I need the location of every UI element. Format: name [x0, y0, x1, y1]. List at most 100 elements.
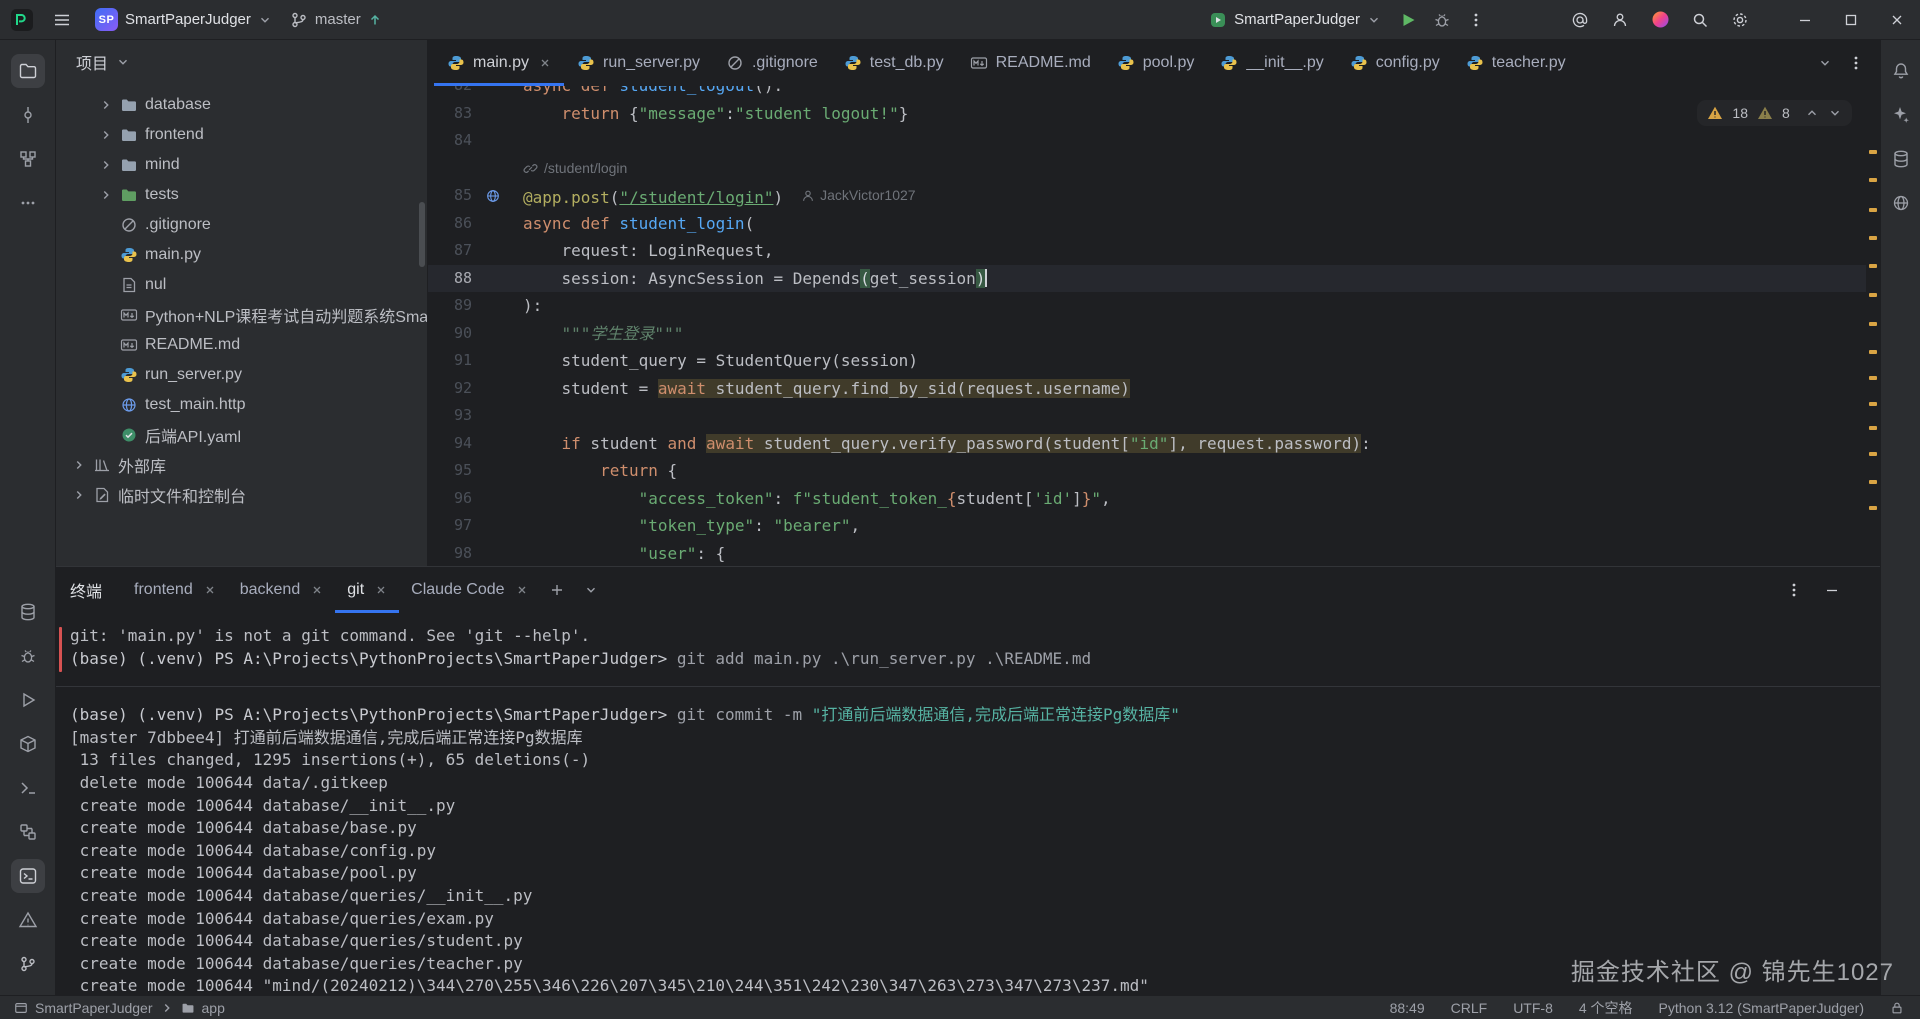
run-config-widget[interactable]: SmartPaperJudger: [1200, 5, 1390, 35]
editor-tab[interactable]: teacher.py: [1453, 40, 1579, 86]
tool-button-python-console[interactable]: [11, 771, 45, 805]
minimize-button[interactable]: [1782, 0, 1828, 40]
terminal-tab[interactable]: Claude Code: [399, 567, 539, 613]
close-tab-icon[interactable]: [539, 57, 551, 69]
code-line[interactable]: 92 student = await student_query.find_by…: [428, 375, 1866, 403]
tool-button-more-h[interactable]: [11, 186, 45, 220]
editor-tab[interactable]: README.md: [957, 40, 1104, 86]
terminal-tab[interactable]: backend: [228, 567, 336, 613]
code-line[interactable]: 98 "user": {: [428, 540, 1866, 567]
warning-mark[interactable]: [1869, 350, 1877, 354]
tree-item[interactable]: .gitignore: [56, 210, 427, 240]
code-line[interactable]: 84: [428, 127, 1866, 155]
warning-mark[interactable]: [1869, 208, 1877, 212]
editor-tab[interactable]: config.py: [1337, 40, 1453, 86]
close-button[interactable]: [1874, 0, 1920, 40]
more-run-actions-button[interactable]: [1460, 5, 1492, 35]
tool-button-endpoints[interactable]: [1886, 188, 1916, 218]
status-indent[interactable]: 4 个空格: [1579, 998, 1633, 1018]
code-line[interactable]: 95 return {: [428, 457, 1866, 485]
code-line[interactable]: 91 student_query = StudentQuery(session): [428, 347, 1866, 375]
status-line-separator[interactable]: CRLF: [1451, 1000, 1488, 1016]
code-line[interactable]: 97 "token_type": "bearer",: [428, 512, 1866, 540]
code-line[interactable]: 88 session: AsyncSession = Depends(get_s…: [428, 265, 1866, 293]
tool-button-run[interactable]: [11, 683, 45, 717]
warning-mark[interactable]: [1869, 178, 1877, 182]
tool-button-git-branch[interactable]: [11, 947, 45, 981]
branch-widget[interactable]: master: [281, 5, 391, 35]
tree-item[interactable]: main.py: [56, 240, 427, 270]
warning-mark[interactable]: [1869, 402, 1877, 406]
close-tab-icon[interactable]: [375, 584, 387, 596]
tool-button-terminal[interactable]: [11, 859, 45, 893]
endpoint-inlay[interactable]: /student/login: [428, 155, 1866, 183]
breadcrumb[interactable]: SmartPaperJudger app: [14, 1000, 225, 1016]
tool-button-debug[interactable]: [11, 639, 45, 673]
status-interpreter[interactable]: Python 3.12 (SmartPaperJudger): [1659, 1000, 1864, 1016]
tree-item[interactable]: README.md: [56, 330, 427, 360]
warning-mark[interactable]: [1869, 506, 1877, 510]
hide-panel-icon[interactable]: [1824, 582, 1840, 598]
new-terminal-button[interactable]: [540, 567, 574, 613]
tree-item[interactable]: tests: [56, 180, 427, 210]
warning-mark[interactable]: [1869, 150, 1877, 154]
code-editor[interactable]: 82async def student_logout():83 return {…: [428, 86, 1880, 566]
tool-button-notifications[interactable]: [1886, 56, 1916, 86]
collaborate-button[interactable]: [1604, 5, 1636, 35]
error-stripe[interactable]: [1866, 86, 1880, 566]
code-line[interactable]: 83 return {"message":"student logout!"}: [428, 100, 1866, 128]
close-tab-icon[interactable]: [204, 584, 216, 596]
code-line[interactable]: 87 request: LoginRequest,: [428, 237, 1866, 265]
status-caret-position[interactable]: 88:49: [1390, 1000, 1425, 1016]
tool-button-services[interactable]: [11, 815, 45, 849]
code-line[interactable]: 93: [428, 402, 1866, 430]
code-line[interactable]: 85@app.post("/student/login")JackVictor1…: [428, 182, 1866, 210]
tree-item[interactable]: 外部库: [56, 450, 427, 480]
editor-tab[interactable]: test_db.py: [831, 40, 957, 86]
terminal-options-icon[interactable]: [1786, 582, 1802, 598]
warning-mark[interactable]: [1869, 322, 1877, 326]
settings-button[interactable]: [1724, 5, 1756, 35]
terminal-panel-title[interactable]: 终端: [70, 567, 102, 613]
terminal-tab[interactable]: git: [335, 567, 399, 613]
warning-mark[interactable]: [1869, 293, 1877, 297]
ai-assistant-button[interactable]: [1644, 5, 1676, 35]
tab-list-icon[interactable]: [1818, 56, 1832, 70]
warning-mark[interactable]: [1869, 236, 1877, 240]
code-line[interactable]: 96 "access_token": f"student_token_{stud…: [428, 485, 1866, 513]
tool-button-project[interactable]: [11, 54, 45, 88]
close-tab-icon[interactable]: [516, 584, 528, 596]
tool-button-commit[interactable]: [11, 98, 45, 132]
code-line[interactable]: 82async def student_logout():: [428, 86, 1866, 100]
tree-item[interactable]: mind: [56, 150, 427, 180]
tool-button-database[interactable]: [11, 595, 45, 629]
tree-item[interactable]: database: [56, 90, 427, 120]
tool-button-packages[interactable]: [11, 727, 45, 761]
warning-mark[interactable]: [1869, 264, 1877, 268]
terminal-body[interactable]: git: 'main.py' is not a git command. See…: [56, 613, 1880, 995]
maximize-button[interactable]: [1828, 0, 1874, 40]
search-everywhere-button[interactable]: [1684, 5, 1716, 35]
project-scrollbar[interactable]: [419, 202, 425, 267]
tree-item[interactable]: Python+NLP课程考试自动判题系统Smart...: [56, 300, 427, 330]
tool-button-ai-assistant[interactable]: [1886, 100, 1916, 130]
tree-item[interactable]: 后端API.yaml: [56, 420, 427, 450]
editor-tab[interactable]: .gitignore: [713, 40, 831, 86]
terminal-shell-dropdown[interactable]: [574, 567, 608, 613]
terminal-tab[interactable]: frontend: [122, 567, 228, 613]
warning-mark[interactable]: [1869, 452, 1877, 456]
editor-tab[interactable]: run_server.py: [564, 40, 713, 86]
project-panel-header[interactable]: 项目: [56, 40, 427, 84]
close-tab-icon[interactable]: [311, 584, 323, 596]
inspections-widget[interactable]: 18 8: [1697, 100, 1852, 126]
run-button[interactable]: [1392, 5, 1424, 35]
editor-tab[interactable]: pool.py: [1104, 40, 1208, 86]
tool-button-database[interactable]: [1886, 144, 1916, 174]
warning-mark[interactable]: [1869, 480, 1877, 484]
warning-mark[interactable]: [1869, 426, 1877, 430]
tool-button-problems[interactable]: [11, 903, 45, 937]
code-line[interactable]: 89):: [428, 292, 1866, 320]
project-widget[interactable]: SP SmartPaperJudger: [86, 5, 281, 35]
main-menu-button[interactable]: [46, 5, 78, 35]
tree-item[interactable]: nul: [56, 270, 427, 300]
